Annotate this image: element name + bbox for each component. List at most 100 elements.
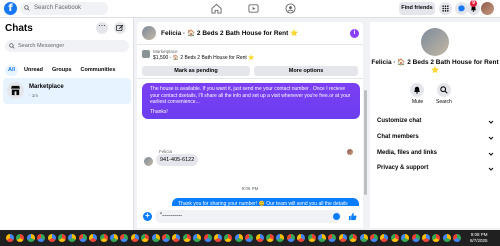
taskbar-app-icon[interactable] xyxy=(349,234,358,242)
new-message-button[interactable] xyxy=(114,22,126,34)
taskbar-app-icon[interactable] xyxy=(141,234,150,242)
conversation-name: Marketplace xyxy=(29,84,64,90)
taskbar-app-icon[interactable] xyxy=(99,234,108,242)
home-icon[interactable] xyxy=(211,3,222,14)
taskbar-app-icon[interactable] xyxy=(422,234,430,242)
taskbar-app-icon[interactable] xyxy=(411,234,420,242)
taskbar-clock[interactable]: 9:08 PM 8/7/2025 xyxy=(470,232,488,244)
taskbar-app-icon[interactable] xyxy=(89,234,98,242)
listing-thumbnail[interactable] xyxy=(142,50,150,58)
taskbar-app-icon[interactable] xyxy=(286,234,295,242)
taskbar-app-icon[interactable] xyxy=(390,234,399,242)
taskbar-app-icon[interactable] xyxy=(380,234,389,242)
chats-sidebar: Chats ⋯ Search Messenger All Unread Grou… xyxy=(0,18,134,230)
video-icon[interactable] xyxy=(248,3,259,14)
taskbar-app-icon[interactable] xyxy=(162,234,170,242)
taskbar-app-icon[interactable] xyxy=(307,234,316,242)
conversation-time: · 1m xyxy=(29,93,38,98)
conversation-marketplace[interactable]: Marketplace · 1m xyxy=(3,78,131,104)
mark-as-pending-button[interactable]: Mark as pending xyxy=(142,66,250,76)
info-title: Felicia · 🏠 2 Beds 2 Bath House for Rent… xyxy=(371,59,499,74)
taskbar-app-icon[interactable] xyxy=(401,234,410,242)
taskbar-app-icon[interactable] xyxy=(276,234,285,242)
taskbar-app-icon[interactable] xyxy=(224,234,233,242)
customize-chat-row[interactable]: Customize chat xyxy=(377,118,421,124)
facebook-logo-icon[interactable]: f xyxy=(4,2,17,15)
taskbar-app-icon[interactable] xyxy=(6,234,14,242)
taskbar-app-icon[interactable] xyxy=(297,234,306,242)
os-taskbar: 9:08 PM 8/7/2025 xyxy=(0,230,500,246)
taskbar-app-icon[interactable] xyxy=(68,234,77,242)
chat-scrollbar[interactable] xyxy=(364,90,367,195)
taskbar-app-icon[interactable] xyxy=(172,234,181,242)
taskbar-app-icon[interactable] xyxy=(328,234,337,242)
groups-icon[interactable] xyxy=(285,3,296,14)
media-files-links-row[interactable]: Media, files and links xyxy=(377,150,437,156)
message-input[interactable]: "---------- xyxy=(155,210,341,223)
listing-title[interactable]: $1,500 · 🏠 2 Beds 2 Bath House for Rent … xyxy=(153,55,254,61)
bell-icon xyxy=(413,86,421,94)
taskbar-app-icon[interactable] xyxy=(58,234,66,242)
taskbar-app-icon[interactable] xyxy=(338,234,347,242)
menu-button[interactable] xyxy=(439,2,452,15)
taskbar-app-icon[interactable] xyxy=(214,234,222,242)
emoji-icon[interactable] xyxy=(333,213,340,220)
taskbar-app-icon[interactable] xyxy=(78,234,87,242)
chat-title[interactable]: Felicia · 🏠 2 Beds 2 Bath House for Rent… xyxy=(161,29,298,37)
search-chat-button[interactable] xyxy=(437,83,451,97)
messenger-icon xyxy=(458,5,465,12)
composer: + "---------- xyxy=(137,206,363,228)
messenger-search-input[interactable]: Search Messenger xyxy=(5,40,129,52)
more-options-listing-button[interactable]: More options xyxy=(254,66,358,76)
taskbar-app-icon[interactable] xyxy=(130,234,139,242)
taskbar-app-icon[interactable] xyxy=(47,234,56,242)
taskbar-app-icon[interactable] xyxy=(110,234,118,242)
read-receipt-avatar xyxy=(347,149,353,155)
sender-avatar xyxy=(144,157,153,166)
taskbar-app-icon[interactable] xyxy=(266,234,274,242)
taskbar-app-icon[interactable] xyxy=(318,234,326,242)
taskbar-app-icon[interactable] xyxy=(120,234,129,242)
taskbar-app-icon[interactable] xyxy=(16,234,25,242)
taskbar-app-icon[interactable] xyxy=(432,234,441,242)
message-text: The house is available. If you want it, … xyxy=(150,86,351,106)
find-friends-button[interactable]: Find friends xyxy=(399,2,435,15)
contact-avatar[interactable] xyxy=(142,26,156,40)
info-avatar[interactable] xyxy=(421,28,449,56)
filter-unread[interactable]: Unread xyxy=(21,65,46,76)
chevron-down-icon xyxy=(488,136,494,140)
plus-icon[interactable]: + xyxy=(143,212,152,221)
like-icon[interactable] xyxy=(348,212,357,221)
taskbar-app-icon[interactable] xyxy=(255,234,264,242)
chat-members-row[interactable]: Chat members xyxy=(377,134,419,140)
taskbar-app-icon[interactable] xyxy=(193,234,202,242)
mute-button[interactable] xyxy=(410,83,424,97)
top-bar: f Search Facebook Find friends 9 xyxy=(0,0,500,18)
filter-all[interactable]: All xyxy=(5,65,19,76)
taskbar-app-icon[interactable] xyxy=(442,234,451,242)
profile-avatar[interactable] xyxy=(481,2,494,15)
taskbar-app-icon[interactable] xyxy=(453,234,462,242)
more-options-button[interactable]: ⋯ xyxy=(96,22,108,34)
taskbar-app-icon[interactable] xyxy=(151,234,160,242)
chat-panel: Felicia · 🏠 2 Beds 2 Bath House for Rent… xyxy=(137,22,363,228)
taskbar-app-icon[interactable] xyxy=(37,234,46,242)
taskbar-app-icon[interactable] xyxy=(26,234,35,242)
marketplace-avatar xyxy=(7,82,24,99)
taskbar-app-icon[interactable] xyxy=(234,234,243,242)
taskbar-app-icon[interactable] xyxy=(359,234,368,242)
marketplace-listing-card: Marketplace $1,500 · 🏠 2 Beds 2 Bath Hou… xyxy=(137,45,363,79)
taskbar-app-icon[interactable] xyxy=(245,234,254,242)
search-icon xyxy=(24,5,30,11)
messenger-window: f Search Facebook Find friends 9 Chats ⋯… xyxy=(0,0,500,246)
filter-groups[interactable]: Groups xyxy=(49,65,75,76)
taskbar-app-icon[interactable] xyxy=(203,234,212,242)
taskbar-app-icon[interactable] xyxy=(370,234,378,242)
filter-communities[interactable]: Communities xyxy=(78,65,119,76)
conversation-info-panel: Felicia · 🏠 2 Beds 2 Bath House for Rent… xyxy=(370,22,500,228)
menu-grid-icon xyxy=(442,5,449,12)
privacy-support-row[interactable]: Privacy & support xyxy=(377,165,428,171)
facebook-search-input[interactable]: Search Facebook xyxy=(20,2,108,15)
taskbar-app-icon[interactable] xyxy=(182,234,191,242)
info-icon[interactable]: i xyxy=(350,29,359,38)
